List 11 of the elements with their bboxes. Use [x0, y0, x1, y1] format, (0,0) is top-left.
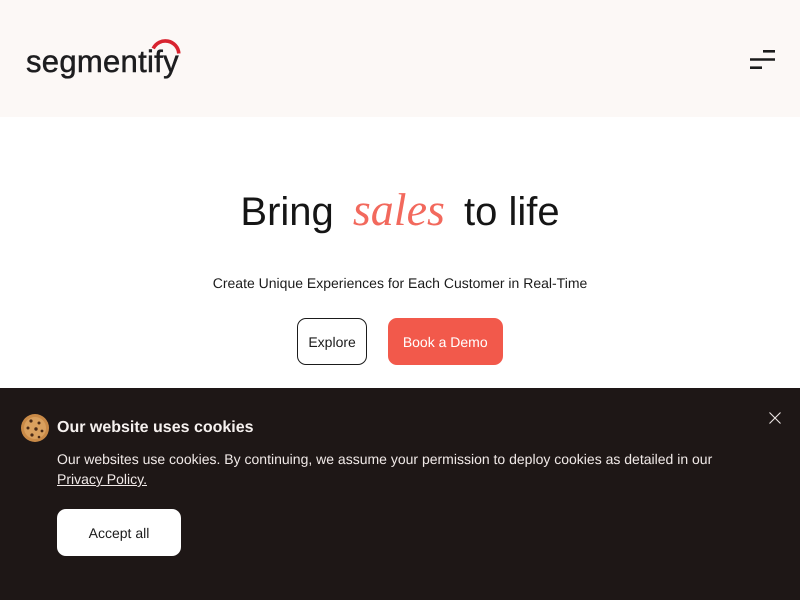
explore-button[interactable]: Explore — [297, 318, 367, 365]
hero-headline: Bring sales to life — [240, 183, 560, 237]
cookie-title: Our website uses cookies — [57, 418, 254, 438]
hero-subtitle: Create Unique Experiences for Each Customer in Real-Time — [212, 274, 588, 293]
logo-text[interactable]: segmentify — [26, 46, 179, 76]
close-icon[interactable] — [769, 412, 781, 424]
privacy-policy-link[interactable]: Privacy Policy. — [57, 471, 147, 487]
menu-icon[interactable] — [750, 50, 775, 69]
cookie-notice-text: Our websites use cookies. By continuing, we assume your permission to deploy cookies as detailed in our Privacy Policy. — [57, 450, 714, 489]
cookie-icon — [21, 414, 49, 442]
accept-all-button[interactable]: Accept all — [57, 509, 181, 556]
